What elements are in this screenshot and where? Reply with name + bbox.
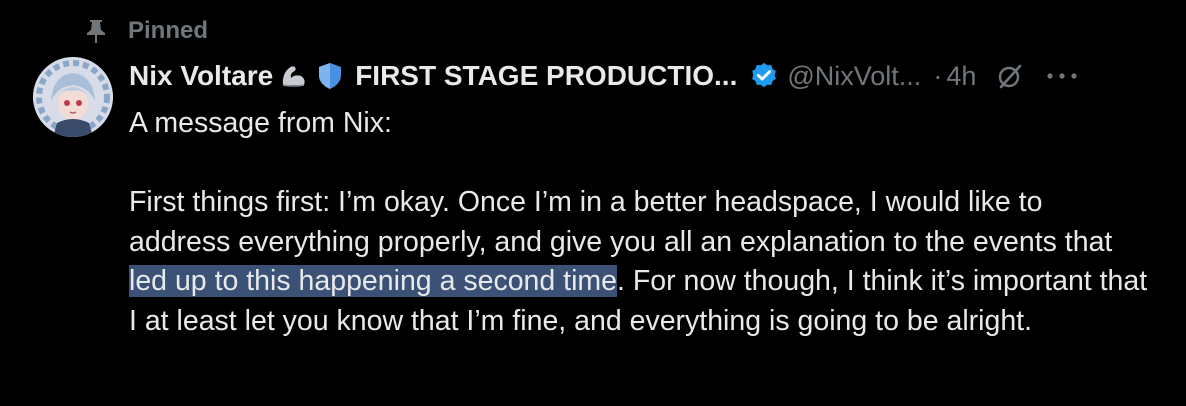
post-text-before-highlight: First things first: I’m okay. Once I’m i…	[129, 186, 1113, 258]
post-line-1: A message from Nix:	[129, 107, 392, 139]
pinned-label: Pinned	[128, 17, 209, 44]
pin-icon	[80, 15, 112, 47]
selected-text-highlight[interactable]: led up to this happening a second time	[129, 265, 618, 297]
author-org[interactable]: FIRST STAGE PRODUCTIO...	[355, 60, 737, 92]
pinned-indicator: Pinned	[80, 14, 208, 48]
shield-emoji-icon	[315, 61, 345, 91]
post-body: A message from Nix: First things first: …	[129, 104, 1149, 341]
post-header: Nix Voltare FIRST STAGE PRODUCTIO... @Ni…	[129, 54, 1169, 98]
author-name[interactable]: Nix Voltare	[129, 60, 273, 92]
post-timestamp[interactable]: 4h	[946, 61, 976, 92]
grok-icon[interactable]	[996, 62, 1024, 90]
author-handle[interactable]: @NixVolt...	[787, 61, 921, 92]
avatar[interactable]	[33, 57, 113, 137]
separator-dot: ·	[933, 60, 943, 91]
verified-badge-icon[interactable]	[749, 61, 779, 91]
more-options-icon[interactable]	[1046, 71, 1078, 81]
post-paragraph-2: First things first: I’m okay. Once I’m i…	[129, 183, 1149, 341]
flexed-biceps-emoji-icon	[279, 61, 309, 91]
